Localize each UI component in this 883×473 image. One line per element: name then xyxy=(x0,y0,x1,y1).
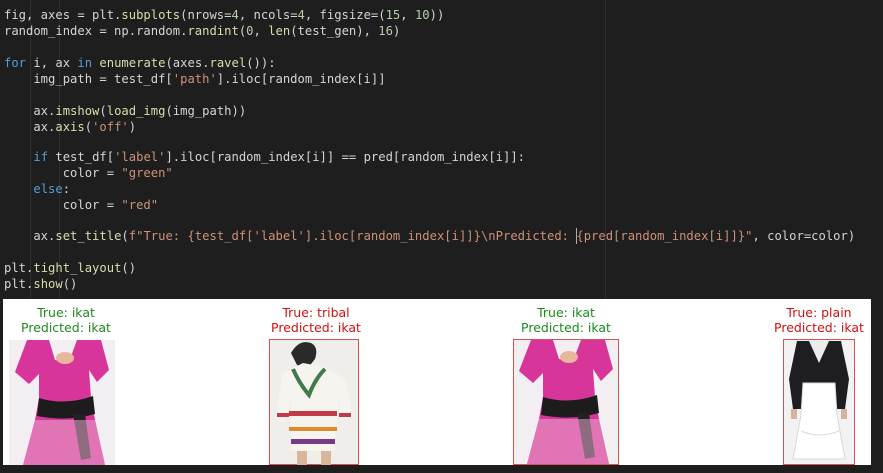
cell-output: True: ikat Predicted: ikat True: tribal … xyxy=(3,299,871,465)
code-line-7: ax.imshow(load_img(img_path)) xyxy=(4,103,246,119)
true-label: True: ikat xyxy=(537,305,595,320)
subplot-title: True: tribal Predicted: ikat xyxy=(261,305,371,335)
code-text: fig, axes = plt.subplots(nrows=4, ncols=… xyxy=(4,8,445,22)
predicted-label: Predicted: ikat xyxy=(774,320,864,335)
subplot-image xyxy=(783,339,855,465)
code-line-12: else: xyxy=(4,181,70,197)
code-line-5: img_path = test_df['path'].iloc[random_i… xyxy=(4,71,386,87)
code-line-1: fig, axes = plt.subplots(nrows=4, ncols=… xyxy=(4,7,444,23)
plain-dress-image-icon xyxy=(784,340,854,464)
code-line-13: color = "red" xyxy=(4,197,158,213)
code-text: color = "red" xyxy=(4,198,159,212)
code-line-15: ax.set_title(f"True: {test_df['label'].i… xyxy=(4,228,855,244)
code-text: for i, ax in enumerate(axes.ravel()): xyxy=(4,56,276,70)
code-text: random_index = np.random.randint(0, len(… xyxy=(4,24,401,38)
code-line-10: if test_df['label'].iloc[random_index[i]… xyxy=(4,149,525,165)
code-line-18: plt.show() xyxy=(4,276,77,292)
code-text: else: xyxy=(33,182,71,196)
code-text: plt.show() xyxy=(4,277,78,291)
code-text: if test_df['label'].iloc[random_index[i]… xyxy=(33,150,526,164)
code-text: ax.axis('off') xyxy=(4,120,137,134)
text-cursor xyxy=(576,228,577,244)
subplot-image xyxy=(513,339,619,465)
output-scrollbar[interactable] xyxy=(871,299,883,465)
predicted-label: Predicted: ikat xyxy=(521,320,611,335)
subplot-title: True: plain Predicted: ikat xyxy=(769,305,869,335)
code-line-4: for i, ax in enumerate(axes.ravel()): xyxy=(4,55,276,71)
subplot-title: True: ikat Predicted: ikat xyxy=(511,305,621,335)
subplot-image xyxy=(269,339,359,465)
pink-dress-image-icon xyxy=(9,340,115,465)
code-line-2: random_index = np.random.randint(0, len(… xyxy=(4,23,400,39)
pink-dress-image-icon xyxy=(514,340,618,464)
code-line-8: ax.axis('off') xyxy=(4,119,136,135)
true-label: True: tribal xyxy=(282,305,350,320)
code-cell[interactable]: fig, axes = plt.subplots(nrows=4, ncols=… xyxy=(0,0,883,299)
predicted-label: Predicted: ikat xyxy=(271,320,361,335)
true-label: True: ikat xyxy=(37,305,95,320)
true-label: True: plain xyxy=(786,305,852,320)
tribal-tunic-image-icon xyxy=(270,340,358,465)
predicted-label: Predicted: ikat xyxy=(21,320,111,335)
code-line-11: color = "green" xyxy=(4,165,173,181)
code-text: plt.tight_layout() xyxy=(4,261,137,275)
code-text: ax.imshow(load_img(img_path)) xyxy=(4,104,247,118)
code-text: color = "green" xyxy=(4,166,173,180)
indent-guide xyxy=(605,0,606,299)
subplot-title: True: ikat Predicted: ikat xyxy=(11,305,121,335)
code-text: ax.set_title(f"True: {test_df['label'].i… xyxy=(4,229,856,243)
code-text: img_path = test_df['path'].iloc[random_i… xyxy=(4,72,386,86)
notebook-bottom-strip xyxy=(0,465,883,473)
code-line-17: plt.tight_layout() xyxy=(4,260,136,276)
subplot-image xyxy=(9,340,115,465)
